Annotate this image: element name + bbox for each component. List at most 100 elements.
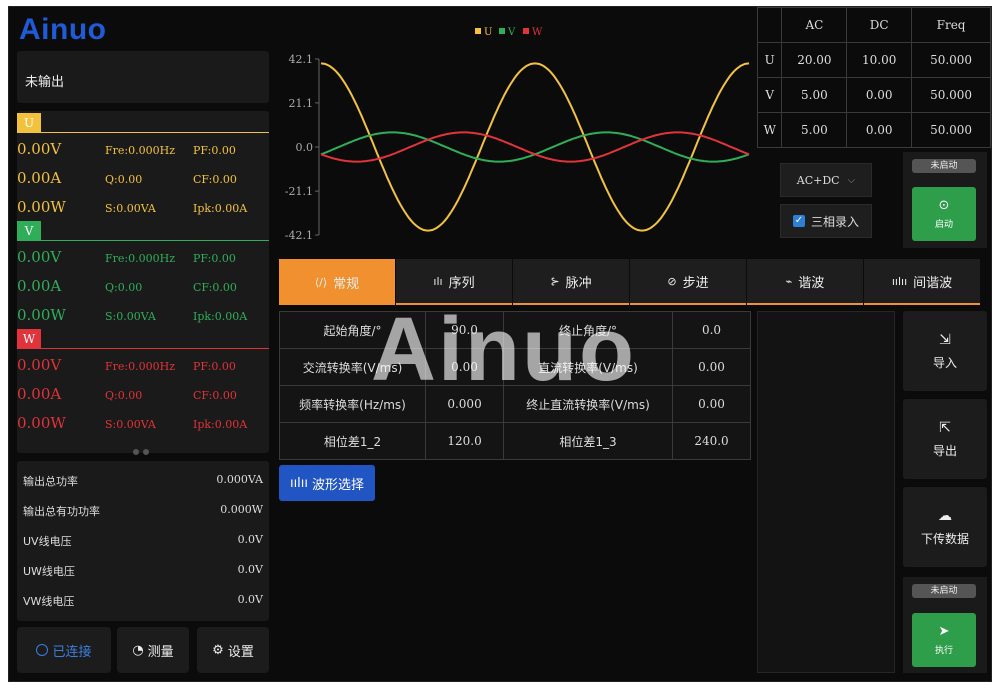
legend-label: U: [484, 27, 492, 38]
start-button[interactable]: ⊙ 启动: [912, 187, 976, 241]
mode-select[interactable]: AC+DC ⌵: [780, 163, 872, 197]
s-value: S:0.00VA: [105, 310, 156, 323]
tab-code[interactable]: ⟨/⟩ 常规: [279, 259, 395, 305]
freq-value-cell[interactable]: 50.000: [911, 112, 991, 148]
power-summary-row: VW线电压 0.0V: [23, 593, 263, 609]
column-header-ac: AC: [781, 7, 848, 43]
tab-pulse[interactable]: ⊱ 脉冲: [513, 259, 629, 305]
parameter-value[interactable]: 240.0: [672, 422, 751, 460]
power-value: 0.00W: [17, 306, 66, 324]
parameter-value[interactable]: 0.0: [672, 311, 751, 349]
pf-value: PF:0.00: [193, 144, 236, 157]
q-value: Q:0.00: [105, 281, 143, 294]
code-icon: ⟨/⟩: [314, 275, 328, 289]
phase-tag: W: [17, 329, 41, 349]
settings-table: AC DC Freq U 20.00 10.00 50.000 V 5.00 0…: [756, 7, 991, 148]
current-value: 0.00A: [17, 169, 62, 187]
interharmonic-icon: ıılıı: [891, 274, 908, 288]
power-summary-row: 输出总功率 0.000VA: [23, 473, 263, 489]
parameter-row: 交流转换率(V/ms) 0.00 直流转换率(V/ms) 0.00: [278, 348, 751, 386]
parameter-row: 相位差1_2 120.0 相位差1_3 240.0: [278, 422, 751, 460]
voltage-value: 0.00V: [17, 140, 62, 158]
current-value: 0.00A: [17, 277, 62, 295]
connected-label: 已连接: [52, 644, 92, 660]
s-value: S:0.00VA: [105, 418, 156, 431]
dc-value-cell[interactable]: 0.00: [846, 112, 913, 148]
import-icon: ⇲: [939, 331, 951, 348]
legend-swatch: [499, 28, 505, 34]
parameter-value[interactable]: 90.0: [425, 311, 505, 349]
dc-value-cell[interactable]: 0.00: [846, 77, 913, 113]
power-summary-row: UW线电压 0.0V: [23, 563, 263, 579]
import-label: 导入: [932, 355, 957, 370]
page-dot[interactable]: [133, 449, 139, 455]
series-line-u: [320, 62, 750, 232]
measure-label: 测量: [147, 644, 174, 660]
export-label: 导出: [932, 443, 957, 458]
freq-value-cell[interactable]: 50.000: [911, 42, 991, 78]
current-value: 0.00A: [17, 385, 62, 403]
cf-value: CF:0.00: [193, 173, 237, 186]
table-row: V 5.00 0.00 50.000: [756, 77, 991, 113]
voltage-value: 0.00V: [17, 248, 62, 266]
power-summary-label: 输出总有功功率: [23, 505, 100, 518]
export-button[interactable]: ⇱ 导出: [903, 399, 987, 479]
power-summary-value: 0.000VA: [216, 473, 263, 486]
tab-bar-chart[interactable]: ılı 序列: [396, 259, 512, 305]
parameter-value[interactable]: 0.00: [672, 348, 751, 386]
cf-value: CF:0.00: [193, 281, 237, 294]
parameter-label: 相位差1_3: [503, 422, 673, 460]
bar-chart-icon: ılı: [433, 274, 443, 288]
phase-tag: V: [17, 221, 41, 241]
tab-interharmonic[interactable]: ıılıı 间谐波: [864, 259, 980, 305]
tab-label: 步进: [682, 275, 709, 291]
tab-label: 常规: [333, 276, 360, 292]
table-header-row: AC DC Freq: [756, 7, 991, 43]
phase-divider: [41, 240, 269, 241]
page-dot[interactable]: [143, 449, 149, 455]
dc-value-cell[interactable]: 10.00: [846, 42, 913, 78]
ac-value-cell[interactable]: 5.00: [781, 77, 848, 113]
parameter-value[interactable]: 0.00: [425, 348, 505, 386]
execute-button[interactable]: ➤ 执行: [912, 613, 976, 667]
start-button-label: 启动: [934, 220, 953, 230]
three-phase-entry-checkbox[interactable]: ✓ 三相录入: [780, 204, 872, 238]
waveform-select-button[interactable]: ıılıı 波形选择: [279, 465, 375, 501]
frequency-value: Fre:0.000Hz: [105, 144, 175, 157]
tab-step[interactable]: ⊘ 步进: [630, 259, 746, 305]
download-data-button[interactable]: ☁ 下传数据: [903, 487, 987, 567]
mode-select-value: AC+DC: [796, 173, 840, 187]
power-summary-value: 0.0V: [237, 533, 263, 546]
power-value: 0.00W: [17, 414, 66, 432]
phase-divider: [41, 348, 269, 349]
q-value: Q:0.00: [105, 389, 143, 402]
tab-wave[interactable]: ⌁ 谐波: [747, 259, 863, 305]
import-button[interactable]: ⇲ 导入: [903, 311, 987, 391]
settings-label: 设置: [227, 644, 254, 660]
table-row: U 20.00 10.00 50.000: [756, 42, 991, 78]
settings-button[interactable]: ⚙ 设置: [197, 627, 269, 673]
parameter-value[interactable]: 120.0: [425, 422, 505, 460]
gauge-icon: ◔: [132, 642, 144, 658]
legend-swatch: [523, 28, 529, 34]
measure-button[interactable]: ◔ 测量: [117, 627, 189, 673]
ipk-value: Ipk:0.00A: [193, 418, 248, 431]
legend-label: W: [532, 27, 543, 38]
page-indicator[interactable]: [133, 440, 153, 459]
frequency-value: Fre:0.000Hz: [105, 252, 175, 265]
pf-value: PF:0.00: [193, 252, 236, 265]
connected-button[interactable]: 已连接: [17, 627, 111, 673]
download-data-label: 下传数据: [920, 531, 969, 546]
checkbox-checked-icon: ✓: [792, 215, 805, 227]
tab-label: 序列: [448, 275, 475, 291]
gear-icon: ⚙: [212, 642, 224, 658]
parameter-grid: 起始角度/° 90.0 终止角度/° 0.0 交流转换率(V/ms) 0.00 …: [278, 311, 751, 460]
parameter-value[interactable]: 0.000: [425, 385, 505, 423]
freq-value-cell[interactable]: 50.000: [911, 77, 991, 113]
waveform-select-label: 波形选择: [312, 477, 365, 493]
tab-label: 间谐波: [913, 275, 953, 291]
ac-value-cell[interactable]: 20.00: [781, 42, 848, 78]
parameter-value[interactable]: 0.00: [672, 385, 751, 423]
ac-value-cell[interactable]: 5.00: [781, 112, 848, 148]
parameter-row: 频率转换率(Hz/ms) 0.000 终止直流转换率(V/ms) 0.00: [278, 385, 751, 423]
